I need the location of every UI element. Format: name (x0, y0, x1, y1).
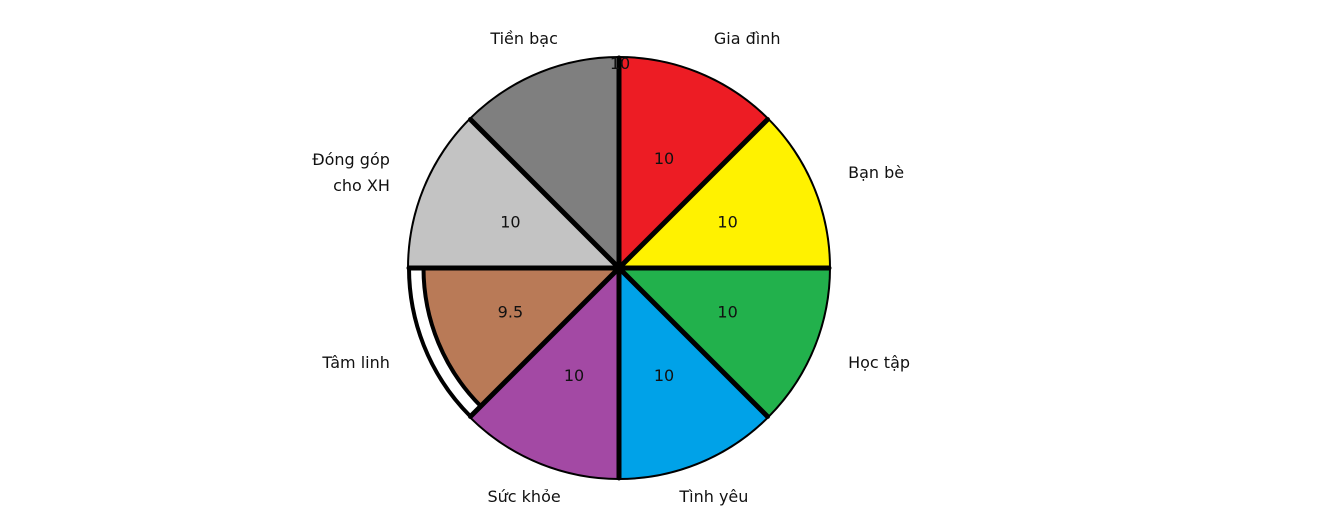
segment-label-tinh-yeu: Tình yêu (678, 487, 748, 506)
segment-label-ban-be: Bạn bè (848, 163, 904, 182)
value-label-tam-linh: 9.5 (498, 303, 523, 322)
chart-spokes (406, 55, 832, 481)
value-label-dong-gop-cho-xh: 10 (500, 213, 520, 232)
segment-label-dong-gop-cho-xh: Đóng góp cho XH (312, 150, 390, 195)
value-label-ban-be: 10 (717, 213, 737, 232)
segment-label-gia-dinh: Gia đình (714, 29, 781, 48)
wheel-of-life-chart: 10 10 10 10 10 9.5 10 Gia đình Bạn bè Học tập Tìn… (312, 29, 910, 506)
segment-label-tam-linh: Tâm linh (321, 353, 390, 372)
segment-label-hoc-tap: Học tập (848, 353, 910, 372)
segment-label-suc-khoe: Sức khỏe (487, 487, 560, 506)
scale-max-label: 10 (610, 54, 630, 73)
value-label-hoc-tap: 10 (717, 303, 737, 322)
segment-label-tien-bac: Tiền bạc (489, 29, 558, 48)
value-label-gia-dinh: 10 (654, 149, 674, 168)
value-label-suc-khoe: 10 (564, 366, 584, 385)
value-label-tinh-yeu: 10 (654, 366, 674, 385)
